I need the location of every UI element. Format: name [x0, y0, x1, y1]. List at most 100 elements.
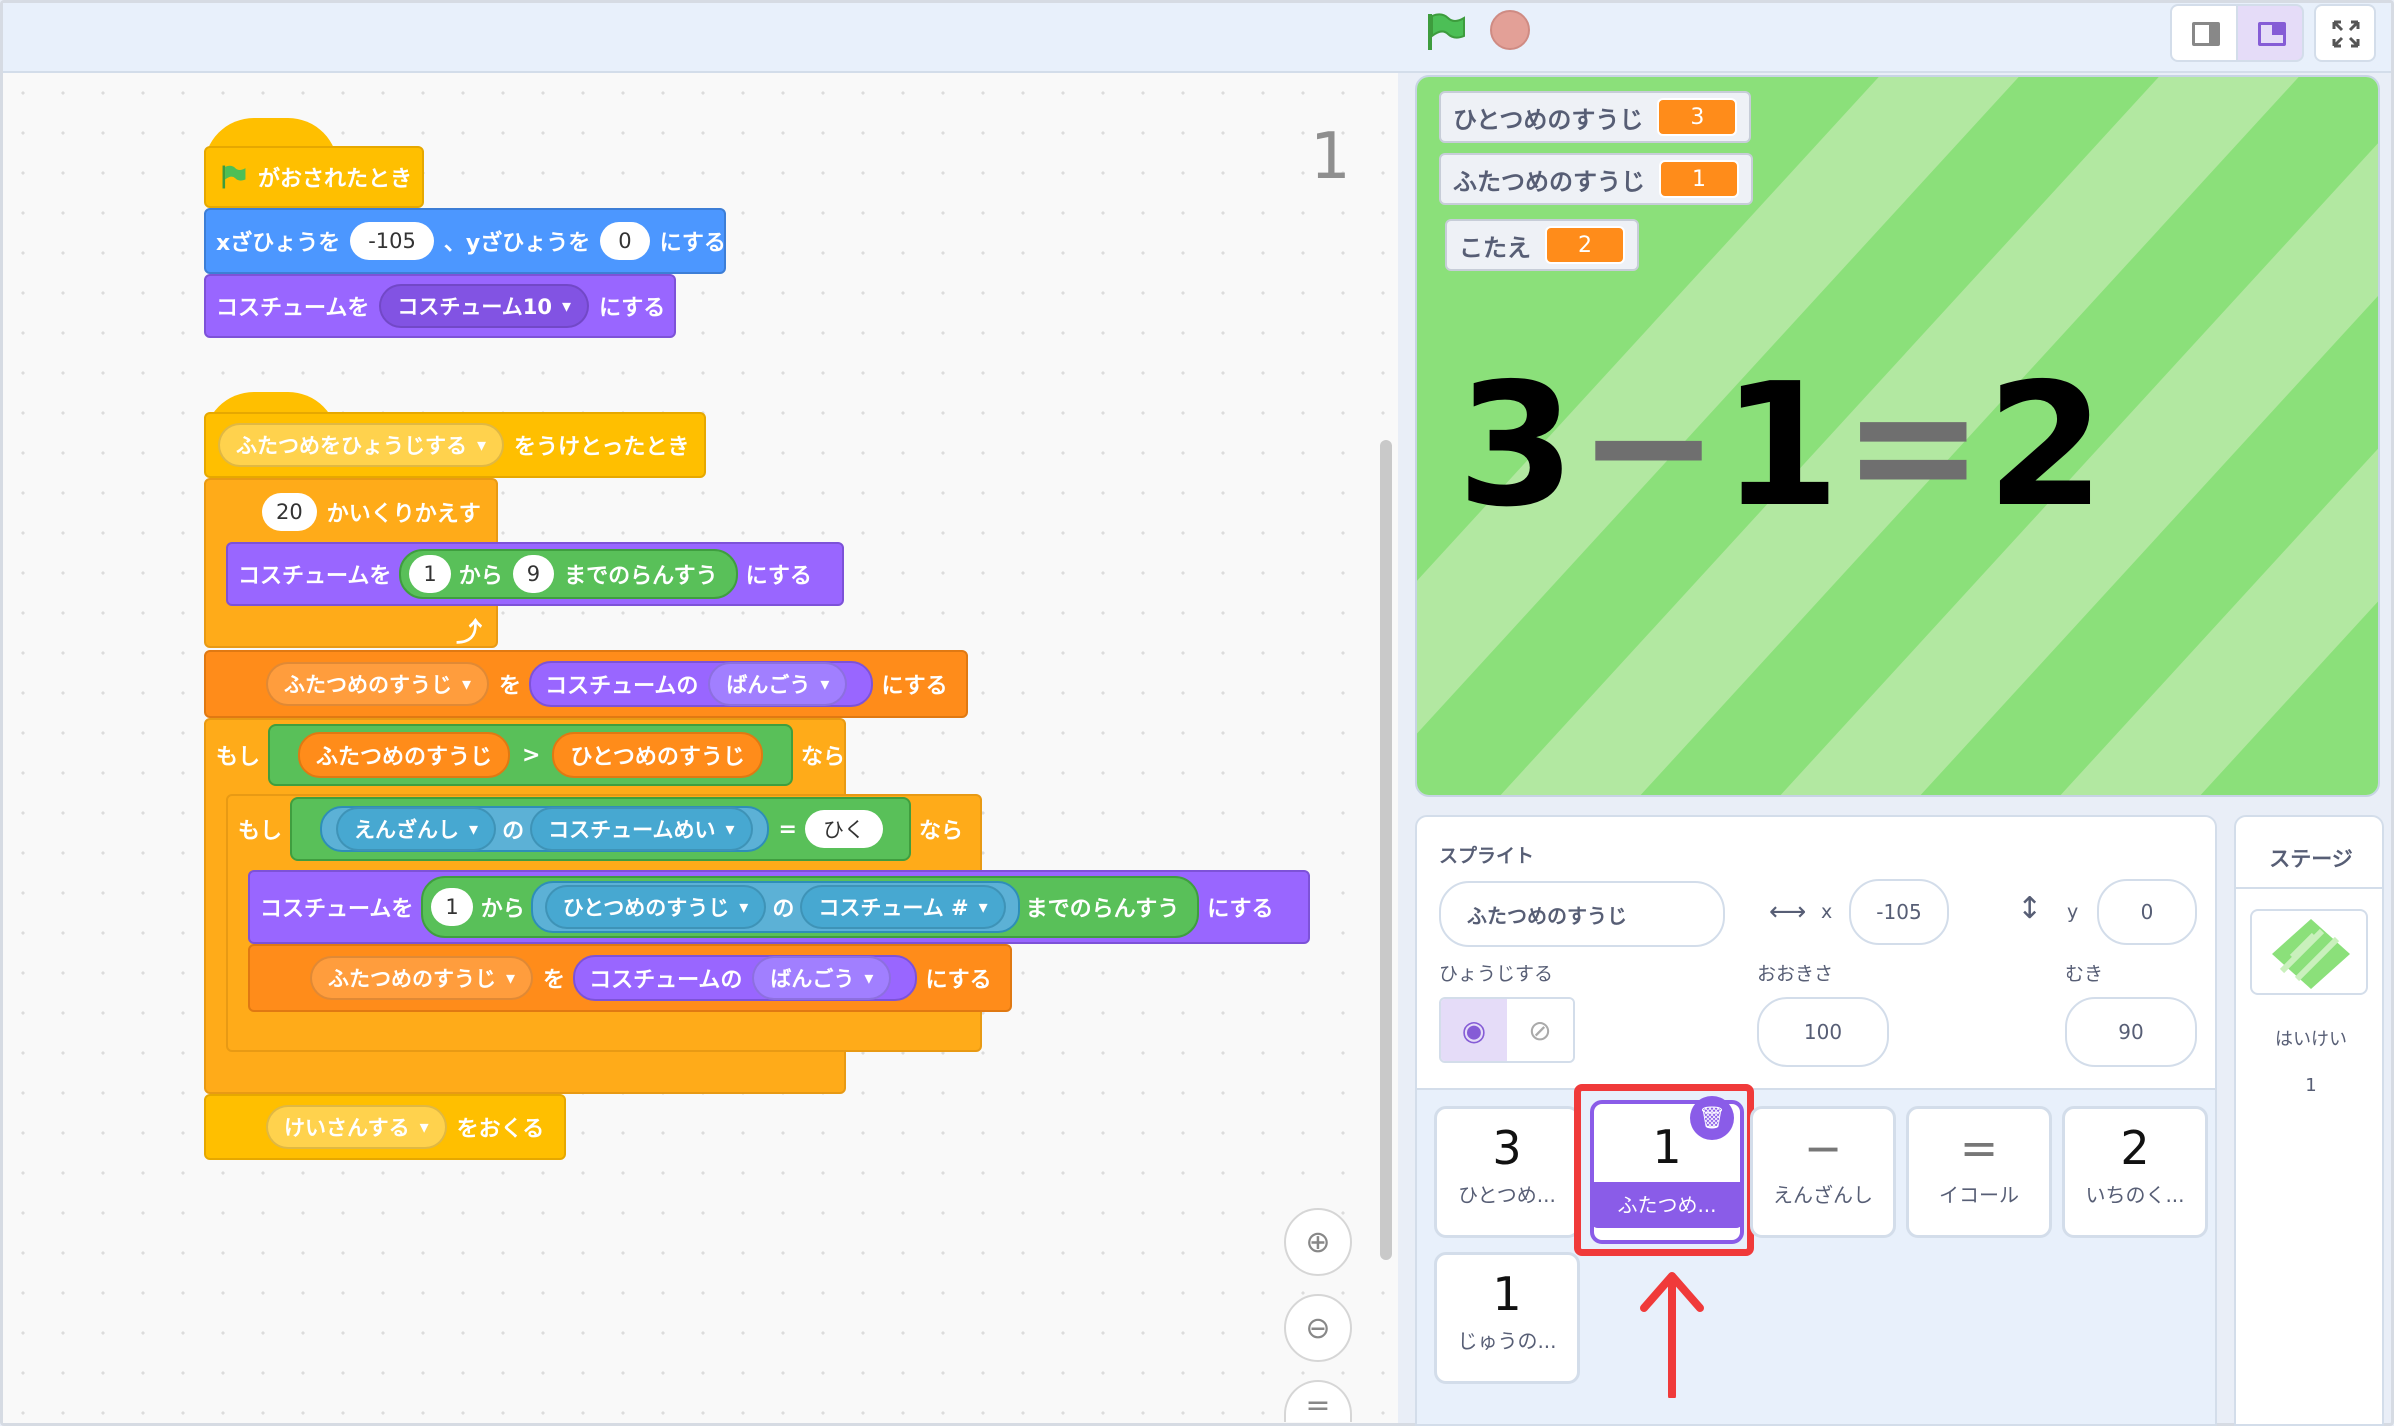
property-dropdown[interactable]: コスチュームめい: [530, 807, 753, 851]
greater-than-operator[interactable]: ふたつめのすうじ > ひとつめのすうじ: [268, 724, 793, 786]
equals-operator[interactable]: えんざんし の コスチュームめい = ひく: [290, 797, 911, 861]
backdrop-stripes-icon: [2272, 919, 2350, 989]
random-operator-2[interactable]: 1 から ひとつめのすうじ の コスチューム # までのらんすう: [421, 876, 1200, 938]
costume-number-dropdown-2[interactable]: ばんごう: [752, 956, 892, 1000]
when-receive-block[interactable]: ふたつめをひょうじする をうけとったとき: [204, 412, 706, 478]
equals-value-input[interactable]: ひく: [804, 810, 883, 848]
sprite-name-field[interactable]: ふたつめのすうじ: [1439, 881, 1725, 947]
repeat-count-input[interactable]: 20: [262, 493, 317, 531]
zoom-in-button[interactable]: ⊕: [1284, 1208, 1352, 1276]
x-label: x: [1821, 901, 1833, 923]
stage[interactable]: ひとつめのすうじ 3 ふたつめのすうじ 1 こたえ 2 3−1=2: [1415, 75, 2380, 797]
backdrop-thumbnail[interactable]: [2250, 909, 2368, 995]
message-dropdown[interactable]: ふたつめをひょうじする: [218, 423, 505, 467]
var-reporter-second[interactable]: ふたつめのすうじ: [298, 732, 511, 778]
when-flag-clicked-block[interactable]: がおされたとき: [204, 146, 424, 208]
goto-xy-block[interactable]: xざひょうを -105 、yざひょうを 0 にする: [204, 208, 726, 274]
small-stage-icon: [2192, 22, 2220, 46]
sprite-name: いちのく...: [2085, 1183, 2185, 1207]
rand-from-input[interactable]: 1: [409, 555, 451, 593]
sensing-of-reporter[interactable]: えんざんし の コスチュームめい: [320, 806, 769, 852]
green-flag-icon[interactable]: [1424, 10, 1468, 54]
sprite-tile[interactable]: = イコール: [1906, 1106, 2052, 1238]
y-field[interactable]: 0: [2097, 879, 2197, 945]
costume-number-reporter-2[interactable]: コスチュームの ばんごう: [573, 955, 918, 1001]
stage-panel[interactable]: ステージ はいけい 1: [2234, 815, 2384, 1426]
monitor-answer: こたえ 2: [1445, 219, 1639, 271]
repeat-label: かいくりかえす: [326, 502, 481, 527]
direction-field[interactable]: 90: [2065, 997, 2197, 1067]
sprite-tile[interactable]: 1 じゅうの...: [1434, 1252, 1580, 1384]
goto-x-label: xざひょうを: [216, 231, 341, 256]
sprite-tile[interactable]: 3 ひとつめ...: [1434, 1106, 1580, 1238]
costume-of-label: コスチュームの: [545, 674, 699, 699]
sprite-dropdown-2[interactable]: ひとつめのすうじ: [544, 885, 767, 929]
stage-equation: 3−1=2: [1457, 347, 2107, 545]
if-2-nara: なら: [918, 819, 963, 844]
rand-made: までのらんすう: [564, 564, 718, 589]
set-var-dropdown[interactable]: ふたつめのすうじ: [266, 662, 490, 706]
broadcast-block[interactable]: けいさんする をおくる: [204, 1094, 566, 1160]
highlight-box: [1574, 1084, 1754, 1256]
if-2-label: もし: [238, 819, 283, 844]
sprite-title: スプライト: [1439, 845, 1535, 867]
sprite-name: イコール: [1939, 1183, 2019, 1207]
fullscreen-button[interactable]: [2314, 4, 2376, 62]
rand2-from-input[interactable]: 1: [431, 888, 473, 926]
x-input[interactable]: -105: [350, 222, 434, 260]
property-dropdown-2[interactable]: コスチューム #: [800, 885, 1006, 929]
monitor-label: ひとつめのすうじ: [1453, 105, 1644, 134]
receive-suffix: をうけとったとき: [514, 435, 690, 460]
code-scrollbar[interactable]: [1380, 440, 1392, 1260]
sprite-tile[interactable]: 2 いちのく...: [2062, 1106, 2208, 1238]
set2-var-dropdown[interactable]: ふたつめのすうじ: [310, 956, 534, 1000]
if-1-label: もし: [216, 745, 261, 770]
if-1-header: もし ふたつめのすうじ > ひとつめのすうじ なら: [204, 722, 845, 788]
random-costume-block-2[interactable]: コスチュームを 1 から ひとつめのすうじ の コスチューム # までのらんすう…: [248, 870, 1310, 944]
random-operator[interactable]: 1 から 9 までのらんすう: [399, 549, 738, 599]
monitor-first-number: ひとつめのすうじ 3: [1439, 91, 1752, 143]
visibility-toggle[interactable]: ◉ ⊘: [1439, 997, 1575, 1063]
costume-suffix: にする: [598, 296, 666, 321]
rand-suffix: にする: [745, 564, 812, 589]
divider: [2236, 887, 2382, 889]
hat-label: がおされたとき: [258, 167, 413, 192]
broadcast-suffix: をおくる: [456, 1117, 545, 1142]
monitor-value: 2: [1545, 226, 1625, 264]
top-toolbar: [3, 3, 2391, 73]
y-arrows-icon: ↕: [2017, 891, 2043, 926]
stop-icon[interactable]: [1490, 10, 1530, 50]
normal-stage-button[interactable]: [2236, 4, 2304, 62]
fullscreen-icon: [2332, 20, 2360, 48]
sprite-tile[interactable]: − えんざんし: [1750, 1106, 1896, 1238]
backdrop-count: 1: [2305, 1075, 2317, 1096]
goto-y-label: 、yざひょうを: [443, 231, 591, 256]
rand2-no: の: [772, 897, 795, 922]
sprite-name: じゅうの...: [1457, 1329, 1557, 1353]
switch-costume-block[interactable]: コスチュームを コスチューム10 にする: [204, 274, 676, 338]
random-costume-block[interactable]: コスチュームを 1 から 9 までのらんすう にする: [226, 542, 844, 606]
costume-dropdown[interactable]: コスチューム10: [379, 284, 589, 328]
hide-eye-icon[interactable]: ⊘: [1507, 999, 1573, 1061]
rand-to-input[interactable]: 9: [512, 555, 555, 593]
normal-stage-icon: [2258, 22, 2286, 46]
set-variable-block-2[interactable]: ふたつめのすうじ を コスチュームの ばんごう にする: [248, 944, 1012, 1012]
show-eye-icon[interactable]: ◉: [1441, 999, 1507, 1061]
x-field[interactable]: -105: [1849, 879, 1949, 945]
sprite-dropdown[interactable]: えんざんし: [336, 807, 497, 851]
small-stage-button[interactable]: [2170, 4, 2238, 62]
costume-number-reporter[interactable]: コスチュームの ばんごう: [529, 661, 874, 707]
y-input[interactable]: 0: [600, 222, 650, 260]
zoom-out-button[interactable]: ⊖: [1284, 1294, 1352, 1362]
size-field[interactable]: 100: [1757, 997, 1889, 1067]
set2-suffix: にする: [925, 968, 992, 993]
monitor-second-number: ふたつめのすうじ 1: [1439, 153, 1753, 205]
var-reporter-first[interactable]: ひとつめのすうじ: [552, 732, 763, 778]
costume-number-dropdown[interactable]: ばんごう: [708, 662, 848, 706]
sensing-of-reporter-2[interactable]: ひとつめのすうじ の コスチューム #: [530, 881, 1020, 933]
monitor-label: ふたつめのすうじ: [1453, 167, 1645, 196]
broadcast-dropdown[interactable]: けいさんする: [266, 1105, 447, 1149]
set-variable-block[interactable]: ふたつめのすうじ を コスチュームの ばんごう にする: [204, 650, 968, 718]
rand2-label: コスチュームを: [260, 897, 414, 922]
eq-symbol: =: [778, 816, 797, 842]
